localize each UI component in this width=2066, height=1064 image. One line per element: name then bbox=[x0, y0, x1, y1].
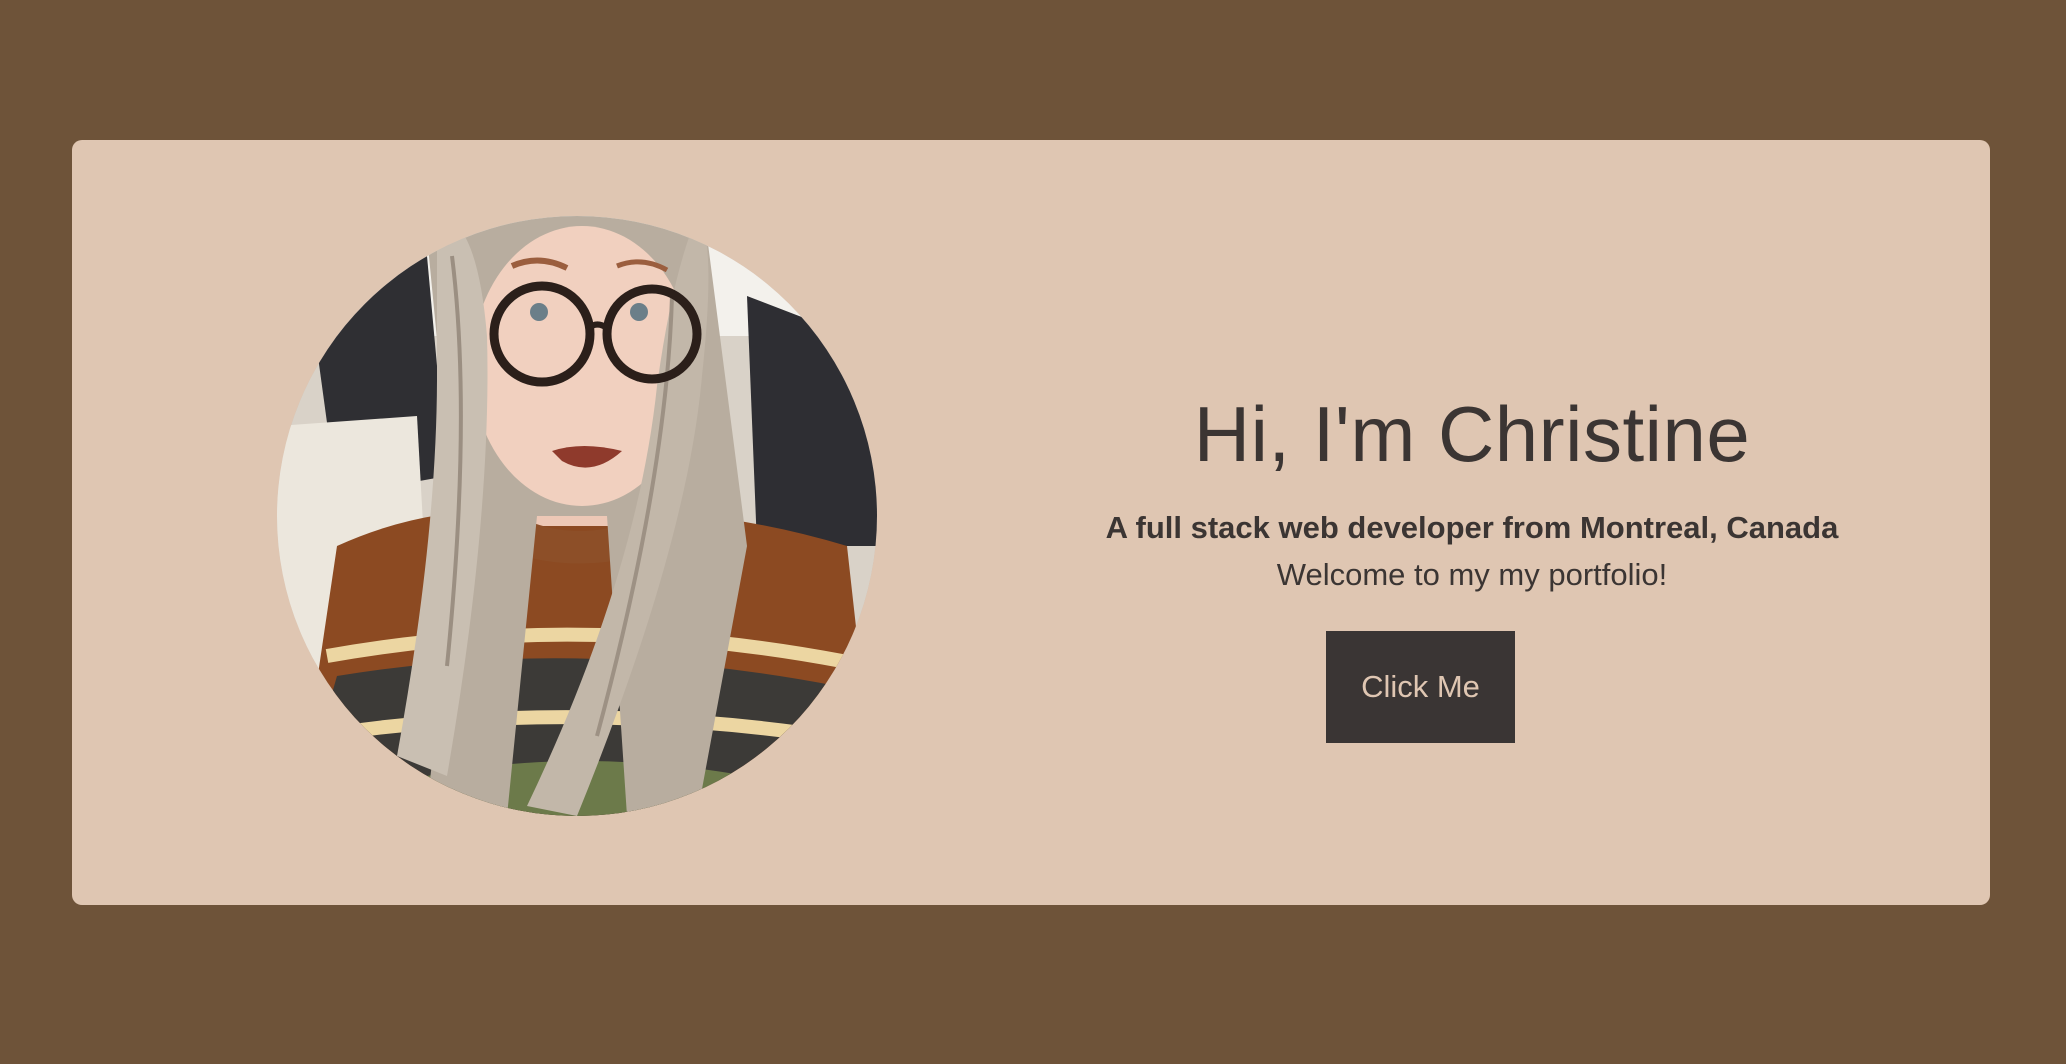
hero-text: Hi, I'm Christine A full stack web devel… bbox=[932, 140, 2012, 905]
profile-photo bbox=[277, 216, 877, 816]
tagline: A full stack web developer from Montreal… bbox=[1105, 510, 1839, 545]
page-title: Hi, I'm Christine bbox=[1193, 390, 1751, 478]
click-me-button[interactable]: Click Me bbox=[1326, 631, 1515, 743]
hero-card: Hi, I'm Christine A full stack web devel… bbox=[72, 140, 1990, 905]
welcome-text: Welcome to my my portfolio! bbox=[1276, 557, 1668, 592]
page: Hi, I'm Christine A full stack web devel… bbox=[0, 0, 2066, 1064]
avatar bbox=[277, 216, 877, 816]
